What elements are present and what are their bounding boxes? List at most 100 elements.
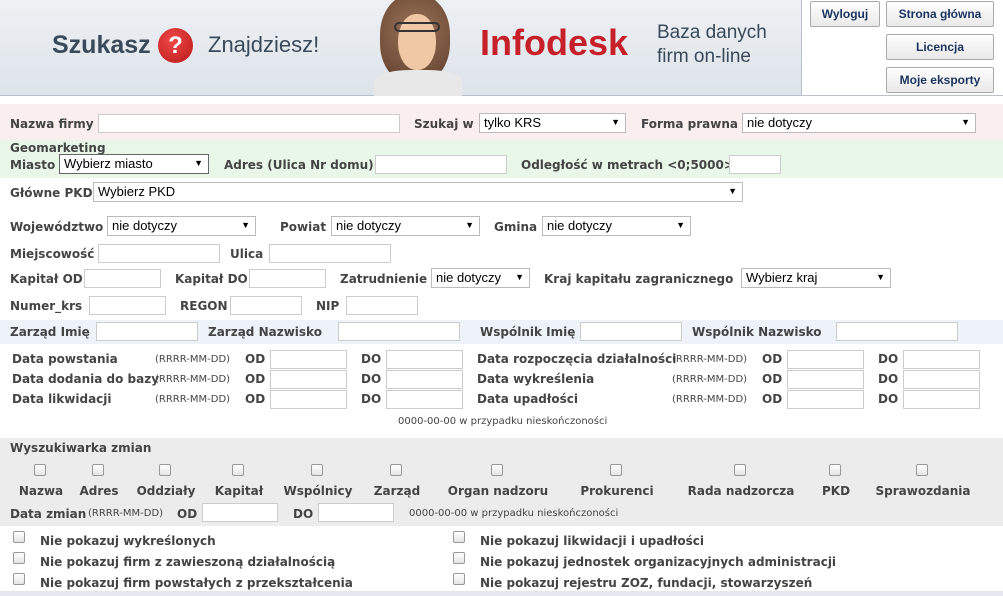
filter-checkbox[interactable] — [13, 531, 25, 543]
partner-last-input[interactable] — [836, 322, 958, 341]
capital-to-label: Kapitał DO — [175, 272, 248, 286]
date-from-input[interactable] — [270, 350, 347, 369]
change-date-to-label: DO — [293, 507, 314, 521]
partner-first-input[interactable] — [580, 322, 682, 341]
change-checkbox[interactable] — [491, 464, 503, 476]
change-date-from-label: OD — [177, 507, 198, 521]
street-input[interactable] — [269, 244, 391, 263]
date-to-label: DO — [361, 372, 382, 386]
exports-button[interactable]: Moje eksporty — [886, 67, 994, 93]
change-checkbox[interactable] — [390, 464, 402, 476]
legal-form-label: Forma prawna — [641, 117, 738, 131]
chevron-down-icon: ▼ — [876, 272, 885, 282]
change-date-label: Data zmian — [10, 507, 87, 521]
change-label: Organ nadzoru — [447, 484, 549, 498]
date-format-hint: (RRRR-MM-DD) — [672, 374, 748, 385]
change-date-to-input[interactable] — [318, 503, 394, 522]
change-date-note: 0000-00-00 w przypadku nieskończoności — [409, 508, 619, 519]
chevron-down-icon: ▼ — [728, 186, 737, 196]
city-select[interactable]: Wybierz miasto ▼ — [59, 154, 209, 174]
change-checkbox[interactable] — [232, 464, 244, 476]
capital-to-input[interactable] — [249, 269, 326, 288]
address-input[interactable] — [375, 155, 507, 174]
chevron-down-icon: ▼ — [515, 272, 524, 282]
change-date-from-input[interactable] — [202, 503, 278, 522]
date-to-input[interactable] — [903, 350, 980, 369]
slogan-left: Szukasz — [52, 31, 151, 59]
filter-checkbox[interactable] — [453, 531, 465, 543]
pkd-select[interactable]: Wybierz PKD ▼ — [93, 182, 743, 202]
change-checkbox[interactable] — [159, 464, 171, 476]
geomarketing-label: Geomarketing — [10, 141, 106, 155]
change-checkbox[interactable] — [311, 464, 323, 476]
filter-checkbox[interactable] — [13, 552, 25, 564]
nip-label: NIP — [316, 299, 340, 313]
company-name-label: Nazwa firmy — [10, 117, 94, 131]
change-date-format: (RRRR-MM-DD) — [88, 508, 164, 519]
date-format-hint: (RRRR-MM-DD) — [155, 394, 231, 405]
company-name-input[interactable] — [98, 114, 400, 133]
logout-button[interactable]: Wyloguj — [810, 1, 880, 27]
foreign-capital-select[interactable]: Wybierz kraj ▼ — [741, 268, 891, 288]
changes-title: Wyszukiwarka zmian — [10, 441, 152, 455]
filter-checkbox[interactable] — [453, 573, 465, 585]
nip-input[interactable] — [346, 296, 418, 315]
date-from-label: OD — [762, 392, 783, 406]
commune-select[interactable]: nie dotyczy ▼ — [542, 216, 691, 236]
date-to-input[interactable] — [903, 390, 980, 409]
board-first-input[interactable] — [96, 322, 198, 341]
home-button[interactable]: Strona główna — [886, 1, 994, 27]
foreign-capital-label: Kraj kapitału zagranicznego — [544, 272, 734, 286]
change-checkbox[interactable] — [92, 464, 104, 476]
filter-checkbox[interactable] — [453, 552, 465, 564]
date-from-input[interactable] — [787, 350, 864, 369]
tagline-line1: Baza danych — [657, 22, 767, 43]
date-to-label: DO — [878, 352, 899, 366]
date-label-left: Data likwidacji — [12, 392, 112, 406]
date-from-input[interactable] — [787, 370, 864, 389]
chevron-down-icon: ▼ — [611, 117, 620, 127]
legal-form-select[interactable]: nie dotyczy ▼ — [742, 113, 976, 133]
date-format-hint: (RRRR-MM-DD) — [672, 354, 748, 365]
date-from-label: OD — [245, 352, 266, 366]
regon-input[interactable] — [230, 296, 302, 315]
date-from-input[interactable] — [270, 390, 347, 409]
change-checkbox[interactable] — [734, 464, 746, 476]
commune-label: Gmina — [494, 220, 538, 234]
change-checkbox[interactable] — [829, 464, 841, 476]
slogan-right: Znajdziesz! — [208, 32, 320, 57]
date-to-label: DO — [361, 352, 382, 366]
date-to-input[interactable] — [903, 370, 980, 389]
county-select[interactable]: nie dotyczy ▼ — [331, 216, 480, 236]
change-checkbox[interactable] — [34, 464, 46, 476]
license-button[interactable]: Licencja — [886, 34, 994, 60]
krs-input[interactable] — [89, 296, 166, 315]
filter-checkbox[interactable] — [13, 573, 25, 585]
search-in-select[interactable]: tylko KRS ▼ — [479, 113, 626, 133]
change-checkbox[interactable] — [610, 464, 622, 476]
date-to-input[interactable] — [386, 390, 463, 409]
portrait-image — [370, 0, 462, 96]
date-label-left: Data powstania — [12, 352, 118, 366]
partner-first-label: Wspólnik Imię — [480, 325, 576, 339]
regon-label: REGON — [180, 299, 228, 313]
locality-input[interactable] — [98, 244, 220, 263]
pkd-label: Główne PKD — [10, 186, 93, 200]
board-last-input[interactable] — [338, 322, 460, 341]
date-to-label: DO — [878, 392, 899, 406]
header-bottom-line — [801, 95, 1003, 96]
date-from-label: OD — [245, 392, 266, 406]
distance-input[interactable] — [729, 155, 781, 174]
date-to-input[interactable] — [386, 350, 463, 369]
date-label-right: Data rozpoczęcia działalności — [477, 352, 677, 366]
voivodeship-select[interactable]: nie dotyczy ▼ — [107, 216, 256, 236]
date-from-input[interactable] — [270, 370, 347, 389]
date-to-input[interactable] — [386, 370, 463, 389]
capital-from-input[interactable] — [84, 269, 161, 288]
date-from-input[interactable] — [787, 390, 864, 409]
employment-label: Zatrudnienie — [340, 272, 428, 286]
employment-select[interactable]: nie dotyczy ▼ — [431, 268, 530, 288]
partner-last-label: Wspólnik Nazwisko — [692, 325, 822, 339]
address-label: Adres (Ulica Nr domu) — [224, 158, 374, 172]
change-checkbox[interactable] — [916, 464, 928, 476]
